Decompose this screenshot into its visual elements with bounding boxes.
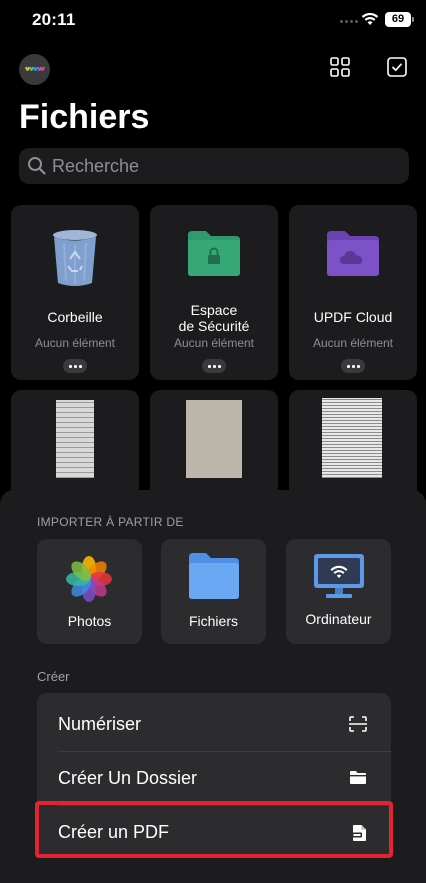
document-thumbnail (186, 400, 242, 478)
import-bottom-sheet: IMPORTER À PARTIR DE Photos Fichiers Ord… (0, 490, 426, 883)
import-section-title: IMPORTER À PARTIR DE (37, 515, 184, 529)
more-button[interactable] (63, 359, 87, 373)
card-label: Espace de Sécurité (178, 302, 250, 334)
trash-icon (53, 230, 97, 286)
more-button[interactable] (341, 359, 365, 373)
import-label: Ordinateur (305, 611, 372, 627)
battery-indicator: 69 (385, 12, 414, 27)
search-bar[interactable]: Recherche (19, 148, 409, 184)
pdf-file-icon (352, 825, 366, 841)
files-folder-icon (189, 553, 239, 599)
scan-icon (349, 716, 367, 732)
create-section-title: Créer (37, 669, 70, 684)
card-espace-securite[interactable]: Espace de Sécurité Aucun élément (150, 205, 278, 380)
card-status: Aucun élément (173, 336, 255, 350)
action-label: Créer Un Dossier (58, 768, 198, 788)
scan-button[interactable]: Numériser (37, 697, 391, 751)
lock-folder-icon (188, 231, 240, 276)
document-card[interactable] (11, 390, 139, 500)
document-card[interactable] (289, 390, 417, 500)
signal-icon (340, 20, 358, 26)
more-button[interactable] (202, 359, 226, 373)
logo-icon (25, 66, 45, 71)
avatar[interactable] (19, 54, 50, 85)
folder-icon (350, 771, 366, 784)
computer-wifi-icon (314, 554, 364, 598)
import-photos[interactable]: Photos (37, 539, 142, 644)
import-label: Photos (67, 613, 112, 629)
import-computer[interactable]: Ordinateur (286, 539, 391, 644)
search-input[interactable]: Recherche (52, 148, 139, 184)
card-status: Aucun élément (312, 336, 394, 350)
cloud-folder-icon (327, 231, 379, 276)
import-label: Fichiers (188, 613, 238, 629)
status-bar: 20:11 69 (0, 0, 426, 44)
create-pdf-button[interactable]: Créer un PDF (37, 805, 391, 859)
search-icon (28, 157, 46, 175)
create-folder-button[interactable]: Créer Un Dossier (37, 751, 391, 805)
select-checkbox-icon[interactable] (386, 56, 408, 78)
wifi-icon (361, 12, 379, 25)
card-label: UPDF Cloud (313, 309, 393, 325)
action-label: Créer un PDF (58, 822, 170, 842)
photos-icon (66, 556, 112, 602)
card-status: Aucun élément (34, 336, 116, 350)
page-title: Fichiers (19, 98, 150, 136)
status-time: 20:11 (32, 10, 76, 29)
card-corbeille[interactable]: Corbeille Aucun élément (11, 205, 139, 380)
grid-view-icon[interactable] (330, 57, 350, 77)
create-actions: Numériser Créer Un Dossier Créer un PDF (37, 693, 391, 857)
card-updf-cloud[interactable]: UPDF Cloud Aucun élément (289, 205, 417, 380)
document-thumbnail (56, 400, 94, 478)
card-label: Corbeille (47, 309, 103, 325)
action-label: Numériser (58, 714, 142, 734)
import-files[interactable]: Fichiers (161, 539, 266, 644)
document-thumbnail (322, 398, 382, 478)
document-card[interactable] (150, 390, 278, 500)
